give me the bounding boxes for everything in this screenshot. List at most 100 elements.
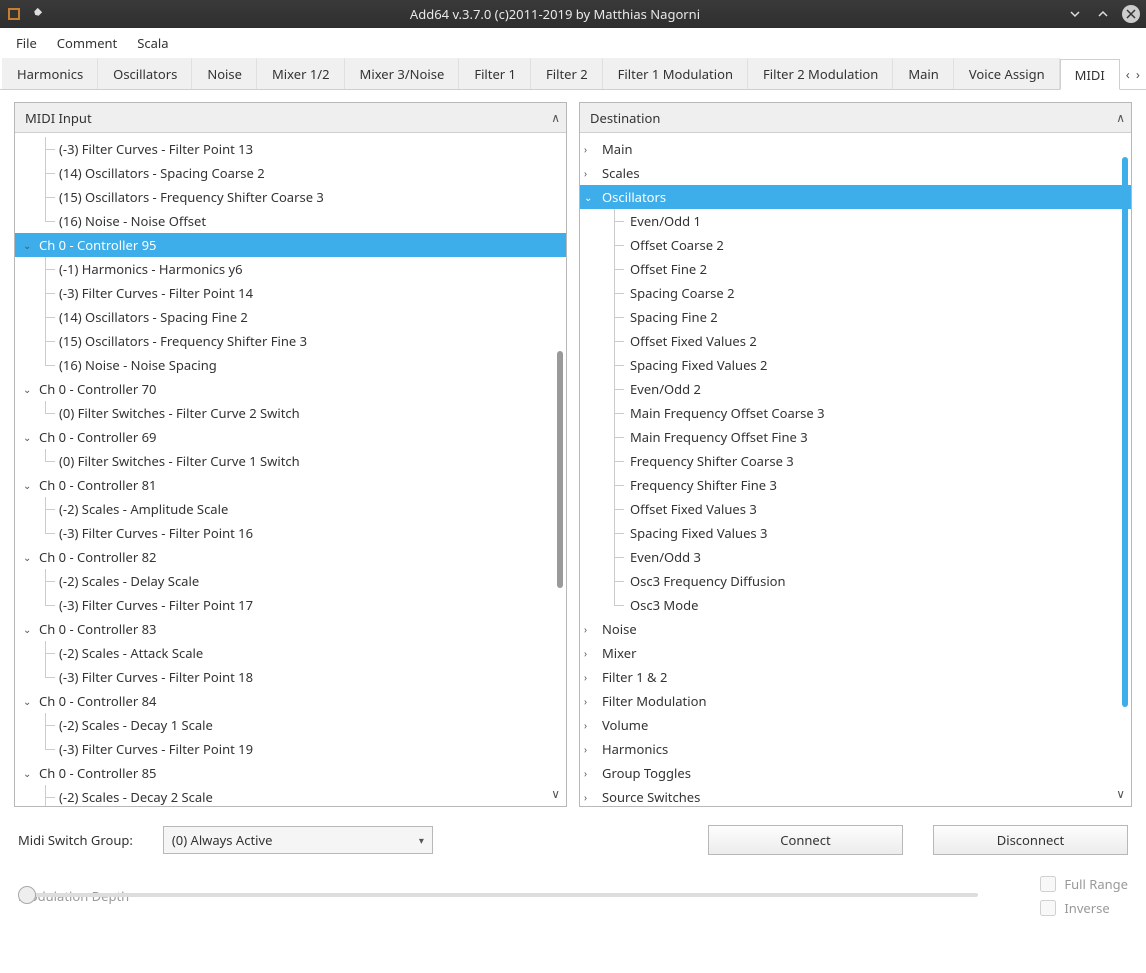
tree-child[interactable]: (14) Oscillators - Spacing Coarse 2 xyxy=(15,161,566,185)
tree-child[interactable]: Spacing Fixed Values 2 xyxy=(580,353,1131,377)
minimize-button[interactable] xyxy=(1066,5,1084,23)
chevron-down-icon[interactable]: ⌄ xyxy=(23,382,35,396)
tree-child[interactable]: (-3) Filter Curves - Filter Point 13 xyxy=(15,137,566,161)
tree-child[interactable]: (-3) Filter Curves - Filter Point 18 xyxy=(15,665,566,689)
tab-midi[interactable]: MIDI xyxy=(1060,59,1120,90)
tree-parent[interactable]: ⌄Ch 0 - Controller 83 xyxy=(15,617,566,641)
tree-parent[interactable]: ›Main xyxy=(580,137,1131,161)
tree-child[interactable]: (-3) Filter Curves - Filter Point 14 xyxy=(15,281,566,305)
tree-parent[interactable]: ⌄Ch 0 - Controller 70 xyxy=(15,377,566,401)
tab-voice-assign[interactable]: Voice Assign xyxy=(954,58,1060,89)
tree-parent[interactable]: ›Volume xyxy=(580,713,1131,737)
chevron-right-icon[interactable]: › xyxy=(584,646,596,660)
tab-noise[interactable]: Noise xyxy=(192,58,257,89)
tree-parent[interactable]: ⌄Ch 0 - Controller 69 xyxy=(15,425,566,449)
chevron-right-icon[interactable]: › xyxy=(584,790,596,804)
tree-child[interactable]: Main Frequency Offset Coarse 3 xyxy=(580,401,1131,425)
tree-child[interactable]: (15) Oscillators - Frequency Shifter Fin… xyxy=(15,329,566,353)
tree-child[interactable]: Offset Fine 2 xyxy=(580,257,1131,281)
chevron-down-icon[interactable]: ⌄ xyxy=(23,238,35,252)
full-range-checkbox[interactable]: Full Range xyxy=(1040,875,1128,893)
chevron-right-icon[interactable]: › xyxy=(584,742,596,756)
tab-filter-1[interactable]: Filter 1 xyxy=(459,58,531,89)
tree-parent[interactable]: ›Harmonics xyxy=(580,737,1131,761)
tree-parent[interactable]: ⌄Ch 0 - Controller 95 xyxy=(15,233,566,257)
midi-scrollbar[interactable] xyxy=(556,157,564,782)
tab-filter-2-modulation[interactable]: Filter 2 Modulation xyxy=(748,58,893,89)
tree-child[interactable]: Spacing Coarse 2 xyxy=(580,281,1131,305)
modulation-depth-slider[interactable] xyxy=(18,893,978,897)
tree-child[interactable]: (-3) Filter Curves - Filter Point 16 xyxy=(15,521,566,545)
tab-oscillators[interactable]: Oscillators xyxy=(98,58,192,89)
chevron-right-icon[interactable]: › xyxy=(584,694,596,708)
tree-child[interactable]: (-2) Scales - Decay 2 Scale xyxy=(15,785,566,806)
tree-parent[interactable]: ›Filter 1 & 2 xyxy=(580,665,1131,689)
tree-child[interactable]: (16) Noise - Noise Spacing xyxy=(15,353,566,377)
tree-child[interactable]: (0) Filter Switches - Filter Curve 1 Swi… xyxy=(15,449,566,473)
tree-parent[interactable]: ⌄Ch 0 - Controller 82 xyxy=(15,545,566,569)
scroll-down-icon[interactable]: ∨ xyxy=(1116,785,1125,802)
destination-scrollbar[interactable] xyxy=(1121,157,1129,782)
tree-child[interactable]: (-1) Harmonics - Harmonics y6 xyxy=(15,257,566,281)
tree-child[interactable]: Even/Odd 2 xyxy=(580,377,1131,401)
tree-child[interactable]: Main Frequency Offset Fine 3 xyxy=(580,425,1131,449)
tree-parent[interactable]: ⌄Oscillators xyxy=(580,185,1131,209)
chevron-right-icon[interactable]: › xyxy=(584,622,596,636)
chevron-down-icon[interactable]: ⌄ xyxy=(23,766,35,780)
tree-parent[interactable]: ›Group Toggles xyxy=(580,761,1131,785)
tree-child[interactable]: (-3) Filter Curves - Filter Point 17 xyxy=(15,593,566,617)
tree-child[interactable]: Even/Odd 3 xyxy=(580,545,1131,569)
tree-child[interactable]: Frequency Shifter Coarse 3 xyxy=(580,449,1131,473)
tree-child[interactable]: Offset Fixed Values 3 xyxy=(580,497,1131,521)
menu-file[interactable]: File xyxy=(6,30,47,56)
tree-parent[interactable]: ›Source Switches xyxy=(580,785,1131,806)
chevron-down-icon[interactable]: ⌄ xyxy=(23,430,35,444)
tree-parent[interactable]: ›Filter Modulation xyxy=(580,689,1131,713)
tree-child[interactable]: (-3) Filter Curves - Filter Point 19 xyxy=(15,737,566,761)
tab-mixer-3-noise[interactable]: Mixer 3/Noise xyxy=(345,58,460,89)
tree-child[interactable]: (0) Filter Switches - Filter Curve 2 Swi… xyxy=(15,401,566,425)
scroll-up-icon[interactable]: ∧ xyxy=(1116,109,1125,126)
midi-input-tree[interactable]: (-3) Filter Curves - Filter Point 13(14)… xyxy=(15,133,566,806)
tree-child[interactable]: (16) Noise - Noise Offset xyxy=(15,209,566,233)
chevron-down-icon[interactable]: ⌄ xyxy=(23,694,35,708)
tree-parent[interactable]: ⌄Ch 0 - Controller 81 xyxy=(15,473,566,497)
tab-filter-2[interactable]: Filter 2 xyxy=(531,58,603,89)
chevron-right-icon[interactable]: › xyxy=(584,670,596,684)
pin-icon[interactable] xyxy=(28,6,44,22)
connect-button[interactable]: Connect xyxy=(708,825,903,855)
tree-parent[interactable]: ›Noise xyxy=(580,617,1131,641)
disconnect-button[interactable]: Disconnect xyxy=(933,825,1128,855)
destination-tree[interactable]: ›Main›Scales⌄OscillatorsEven/Odd 1Offset… xyxy=(580,133,1131,806)
tree-child[interactable]: Osc3 Frequency Diffusion xyxy=(580,569,1131,593)
tab-filter-1-modulation[interactable]: Filter 1 Modulation xyxy=(603,58,748,89)
tree-child[interactable]: Offset Coarse 2 xyxy=(580,233,1131,257)
tree-parent[interactable]: ›Scales xyxy=(580,161,1131,185)
tab-main[interactable]: Main xyxy=(893,58,953,89)
inverse-checkbox[interactable]: Inverse xyxy=(1040,899,1109,917)
tree-child[interactable]: Frequency Shifter Fine 3 xyxy=(580,473,1131,497)
chevron-right-icon[interactable]: › xyxy=(584,166,596,180)
chevron-down-icon[interactable]: ⌄ xyxy=(23,622,35,636)
scroll-down-icon[interactable]: ∨ xyxy=(551,785,560,802)
tree-child[interactable]: Even/Odd 1 xyxy=(580,209,1131,233)
tab-scroll-right-icon[interactable]: › xyxy=(1136,65,1140,83)
tree-child[interactable]: (14) Oscillators - Spacing Fine 2 xyxy=(15,305,566,329)
tree-parent[interactable]: ⌄Ch 0 - Controller 85 xyxy=(15,761,566,785)
tree-child[interactable]: (-2) Scales - Attack Scale xyxy=(15,641,566,665)
tree-child[interactable]: Offset Fixed Values 2 xyxy=(580,329,1131,353)
tree-child[interactable]: (-2) Scales - Decay 1 Scale xyxy=(15,713,566,737)
tab-mixer-1-2[interactable]: Mixer 1/2 xyxy=(257,58,345,89)
chevron-right-icon[interactable]: › xyxy=(584,766,596,780)
tree-child[interactable]: (-2) Scales - Delay Scale xyxy=(15,569,566,593)
tree-child[interactable]: Spacing Fixed Values 3 xyxy=(580,521,1131,545)
tab-harmonics[interactable]: Harmonics xyxy=(2,58,98,89)
tab-scroll-left-icon[interactable]: ‹ xyxy=(1126,65,1130,83)
tree-child[interactable]: Osc3 Mode xyxy=(580,593,1131,617)
scroll-up-icon[interactable]: ∧ xyxy=(551,109,560,126)
chevron-down-icon[interactable]: ⌄ xyxy=(23,550,35,564)
maximize-button[interactable] xyxy=(1094,5,1112,23)
chevron-right-icon[interactable]: › xyxy=(584,718,596,732)
chevron-right-icon[interactable]: › xyxy=(584,142,596,156)
chevron-down-icon[interactable]: ⌄ xyxy=(23,478,35,492)
